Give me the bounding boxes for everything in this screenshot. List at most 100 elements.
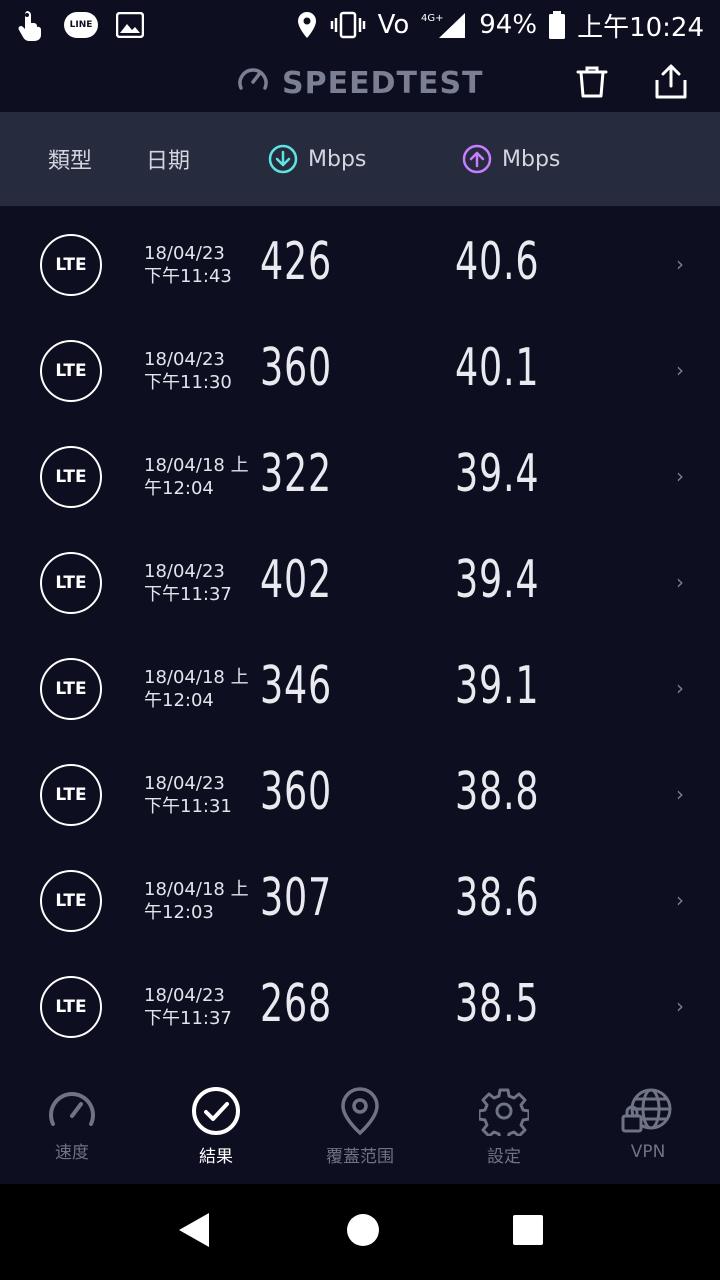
recents-button[interactable] <box>511 1213 545 1251</box>
back-button[interactable] <box>175 1210 215 1254</box>
chevron-right-icon: › <box>676 358 684 382</box>
result-date: 18/04/23 下午11:37 <box>144 560 232 606</box>
result-row[interactable]: LTE 18/04/23 下午11:37 268 38.5 › <box>0 954 720 1060</box>
trash-icon <box>576 66 608 98</box>
svg-text:4G+: 4G+ <box>421 13 444 24</box>
result-row[interactable]: LTE 18/04/23 下午11:37 402 39.4 › <box>0 530 720 636</box>
hand-tap-icon <box>16 9 46 41</box>
nav-vpn[interactable]: VPN <box>576 1070 720 1184</box>
system-navigation-bar <box>0 1184 720 1280</box>
download-value: 426 <box>260 232 332 292</box>
nav-vpn-label: VPN <box>630 1142 666 1162</box>
share-button[interactable] <box>649 60 693 104</box>
chevron-right-icon: › <box>676 570 684 594</box>
gallery-icon <box>116 12 144 38</box>
result-date: 18/04/23 下午11:31 <box>144 772 232 818</box>
connection-type-badge: LTE <box>40 870 102 932</box>
result-date-line2: 午12:03 <box>144 902 214 923</box>
result-date-line1: 18/04/23 <box>144 561 225 582</box>
connection-type-badge: LTE <box>40 340 102 402</box>
volte-indicator: Vo <box>377 10 410 40</box>
map-pin-icon <box>341 1087 379 1136</box>
upload-value: 38.5 <box>455 974 540 1034</box>
results-list: LTE 18/04/23 下午11:43 426 40.6 › LTE 18/04… <box>0 212 720 1060</box>
result-row[interactable]: LTE 18/04/23 下午11:31 360 38.8 › <box>0 742 720 848</box>
result-date: 18/04/18 上午12:04 <box>144 454 249 500</box>
upload-unit: Mbps <box>502 146 561 172</box>
result-date-line1: 18/04/18 上 <box>144 455 249 476</box>
speedtest-results-screen: LINE Vo 4G+ 94% 上午10:24 SPEEDTEST 類型 日期 … <box>0 0 720 1280</box>
result-row[interactable]: LTE 18/04/23 下午11:43 426 40.6 › <box>0 212 720 318</box>
result-date-line1: 18/04/18 上 <box>144 879 249 900</box>
share-icon <box>655 64 687 99</box>
result-row[interactable]: LTE 18/04/23 下午11:30 360 40.1 › <box>0 318 720 424</box>
result-date-line2: 下午11:37 <box>144 584 232 605</box>
delete-button[interactable] <box>570 60 614 104</box>
result-date-line2: 午12:04 <box>144 478 214 499</box>
download-arrow-icon <box>268 144 298 174</box>
download-unit: Mbps <box>308 146 367 172</box>
home-button[interactable] <box>345 1212 381 1252</box>
connection-type-badge: LTE <box>40 976 102 1038</box>
nav-settings[interactable]: 設定 <box>432 1070 576 1184</box>
connection-type-badge: LTE <box>40 446 102 508</box>
nav-settings-label: 設定 <box>487 1147 521 1167</box>
line-app-icon: LINE <box>64 12 98 38</box>
chevron-right-icon: › <box>676 676 684 700</box>
vibrate-icon <box>330 11 366 39</box>
result-date: 18/04/23 下午11:37 <box>144 984 232 1030</box>
download-value: 402 <box>260 550 332 610</box>
check-circle-icon <box>192 1087 240 1135</box>
result-row[interactable]: LTE 18/04/18 上午12:04 322 39.4 › <box>0 424 720 530</box>
upload-value: 39.4 <box>455 444 540 504</box>
connection-type-badge: LTE <box>40 234 102 296</box>
app-bar: SPEEDTEST <box>0 50 720 112</box>
download-value: 360 <box>260 762 332 822</box>
result-date-line1: 18/04/23 <box>144 243 225 264</box>
download-value: 268 <box>260 974 332 1034</box>
clock: 上午10:24 <box>577 12 704 43</box>
column-download[interactable]: Mbps <box>268 144 366 174</box>
result-date-line2: 下午11:31 <box>144 796 232 817</box>
result-date: 18/04/23 下午11:43 <box>144 242 232 288</box>
results-column-header: 類型 日期 Mbps Mbps <box>0 112 720 206</box>
nav-speed[interactable]: 速度 <box>0 1070 144 1184</box>
vpn-globe-lock-icon <box>621 1088 672 1133</box>
connection-type-badge: LTE <box>40 658 102 720</box>
back-triangle-icon <box>179 1213 209 1247</box>
upload-value: 38.8 <box>455 762 540 822</box>
gauge-logo-icon <box>236 62 270 104</box>
download-value: 307 <box>260 868 332 928</box>
battery-percent: 94% <box>479 10 538 40</box>
connection-type-badge: LTE <box>40 552 102 614</box>
speedometer-icon <box>49 1092 95 1126</box>
download-value: 360 <box>260 338 332 398</box>
chevron-right-icon: › <box>676 464 684 488</box>
result-date: 18/04/23 下午11:30 <box>144 348 232 394</box>
battery-icon <box>549 11 566 39</box>
chevron-right-icon: › <box>676 994 684 1018</box>
result-date-line1: 18/04/23 <box>144 349 225 370</box>
upload-arrow-icon <box>462 144 492 174</box>
nav-results[interactable]: 結果 <box>144 1070 288 1184</box>
signal-icon: 4G+ <box>421 11 467 39</box>
chevron-right-icon: › <box>676 888 684 912</box>
home-circle-icon <box>347 1214 379 1246</box>
column-type[interactable]: 類型 <box>48 143 92 175</box>
result-date: 18/04/18 上午12:03 <box>144 878 249 924</box>
column-upload[interactable]: Mbps <box>462 144 560 174</box>
upload-value: 40.6 <box>455 232 540 292</box>
bottom-navigation: 速度 結果 覆蓋范围 設定 VPN <box>0 1070 720 1184</box>
nav-coverage-label: 覆蓋范围 <box>326 1147 394 1167</box>
nav-coverage[interactable]: 覆蓋范围 <box>288 1070 432 1184</box>
gear-icon <box>479 1088 529 1136</box>
result-row[interactable]: LTE 18/04/18 上午12:04 346 39.1 › <box>0 636 720 742</box>
result-row[interactable]: LTE 18/04/18 上午12:03 307 38.6 › <box>0 848 720 954</box>
brand-name: SPEEDTEST <box>282 65 484 101</box>
column-date[interactable]: 日期 <box>146 143 190 175</box>
result-date-line2: 下午11:37 <box>144 1008 232 1029</box>
nav-speed-label: 速度 <box>55 1143 89 1163</box>
result-date-line1: 18/04/18 上 <box>144 667 249 688</box>
download-value: 346 <box>260 656 332 716</box>
upload-value: 38.6 <box>455 868 540 928</box>
